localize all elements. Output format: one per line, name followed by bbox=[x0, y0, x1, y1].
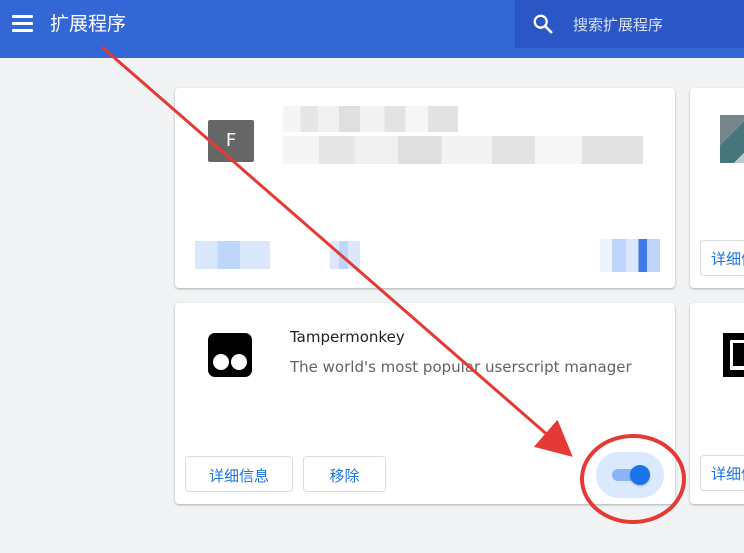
search-input[interactable] bbox=[571, 12, 743, 38]
extension-card-partial-top: 详细信息 bbox=[690, 88, 744, 288]
obscured-enable-toggle[interactable] bbox=[600, 239, 660, 272]
enable-toggle[interactable] bbox=[612, 463, 650, 487]
extension-description: The world's most popular userscript mana… bbox=[290, 358, 632, 376]
search-icon bbox=[533, 14, 553, 34]
search-box[interactable] bbox=[515, 0, 744, 48]
tampermonkey-extension-card: Tampermonkey The world's most popular us… bbox=[175, 303, 675, 504]
toggle-knob bbox=[630, 465, 650, 485]
extension-letter-icon: F bbox=[208, 120, 254, 162]
page-title: 扩展程序 bbox=[50, 13, 127, 35]
details-button[interactable]: 详细信息 bbox=[700, 240, 744, 276]
top-app-bar: 扩展程序 bbox=[0, 0, 744, 58]
partial-extension-icon bbox=[723, 333, 744, 377]
chrome-extensions-page: 扩展程序 F 详细信息 Tampermonkey The world's mos… bbox=[0, 0, 744, 553]
details-button[interactable]: 详细信息 bbox=[185, 456, 293, 492]
tampermonkey-icon bbox=[208, 333, 252, 377]
extension-card-partial-bottom: 详细信息 bbox=[690, 303, 744, 504]
details-button[interactable]: 详细信息 bbox=[700, 455, 744, 491]
remove-button[interactable]: 移除 bbox=[303, 456, 386, 492]
obscured-details-button[interactable] bbox=[195, 241, 270, 269]
obscured-remove-button[interactable] bbox=[330, 241, 360, 269]
menu-icon[interactable] bbox=[12, 15, 33, 33]
menu-line bbox=[12, 29, 33, 32]
extension-card-obscured: F bbox=[175, 88, 675, 288]
extension-name: Tampermonkey bbox=[290, 328, 405, 346]
obscured-description bbox=[283, 136, 643, 164]
partial-extension-thumbnail bbox=[720, 115, 744, 163]
menu-line bbox=[12, 15, 33, 18]
obscured-title bbox=[283, 106, 458, 132]
menu-line bbox=[12, 22, 33, 25]
